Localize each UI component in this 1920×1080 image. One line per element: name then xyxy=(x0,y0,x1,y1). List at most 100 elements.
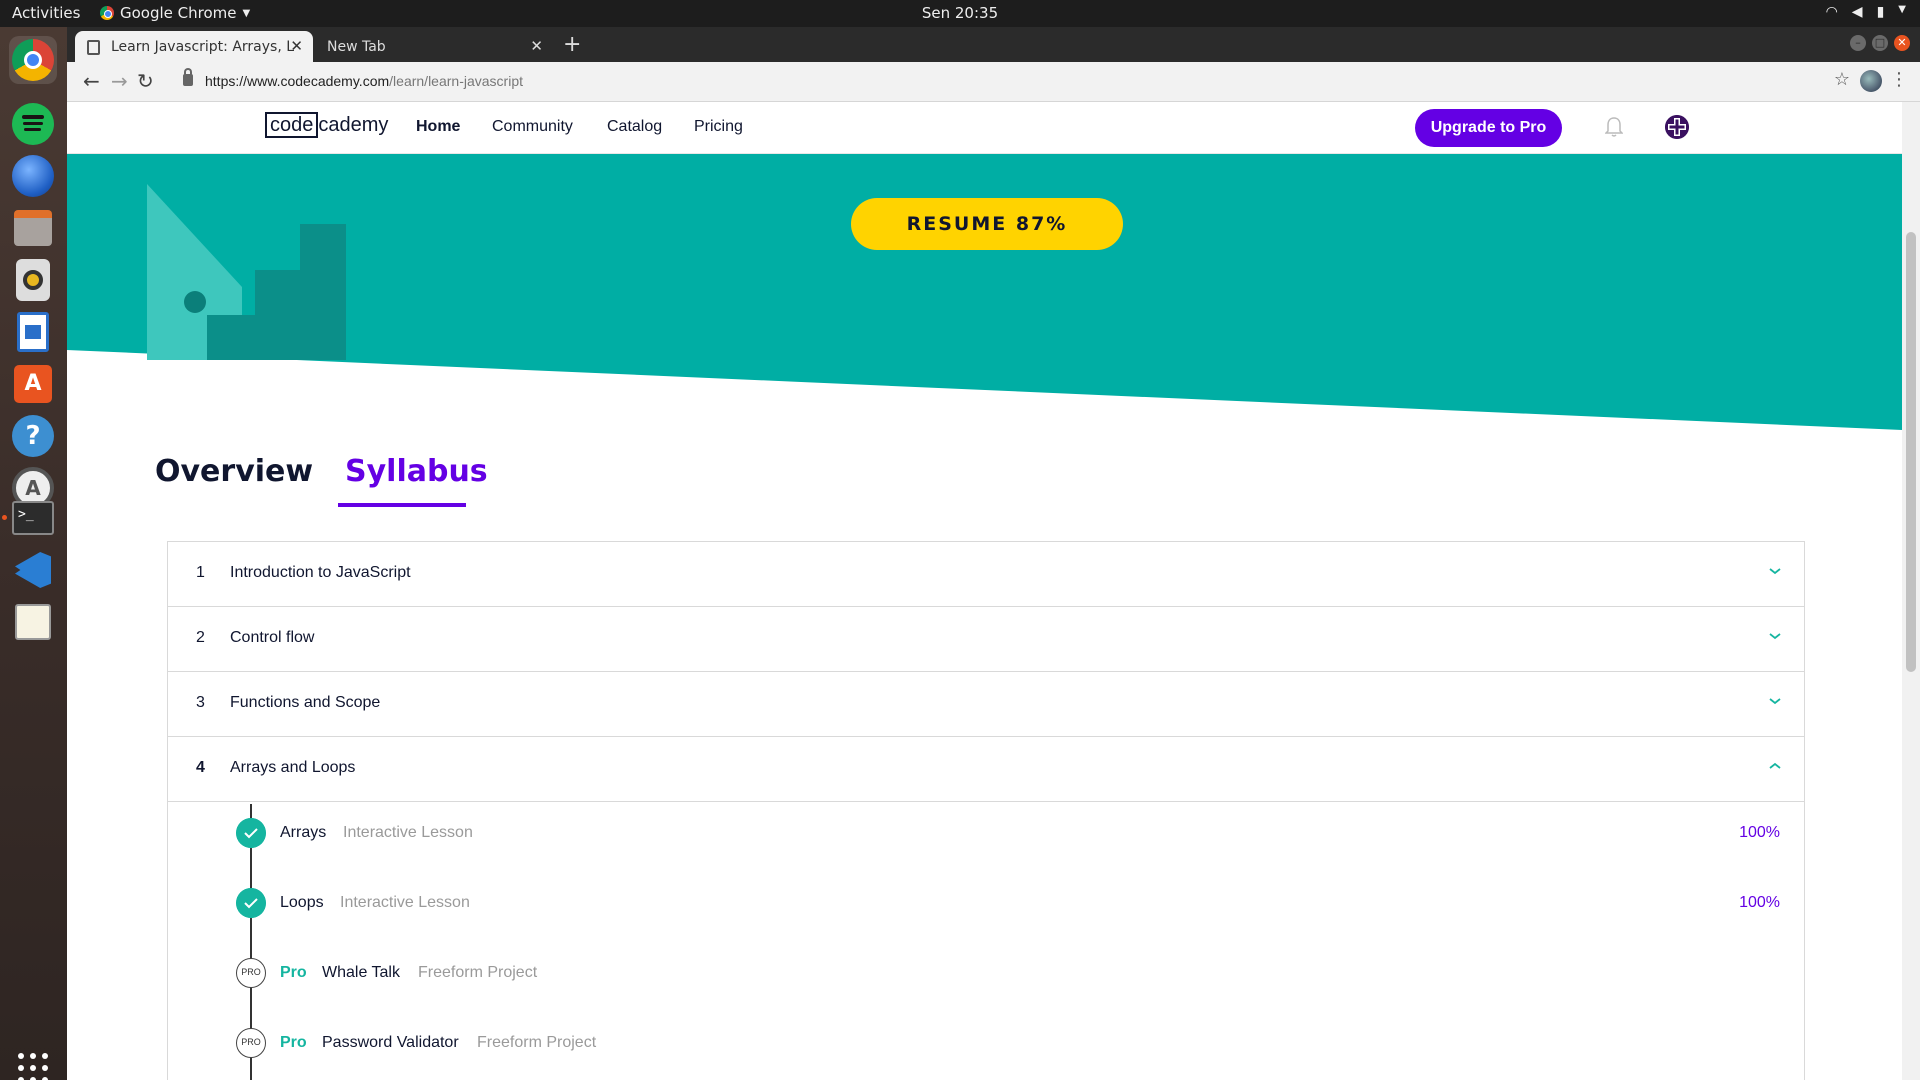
tab-close-icon[interactable]: ✕ xyxy=(290,37,303,55)
pro-badge-icon: PRO xyxy=(236,958,266,988)
lock-icon xyxy=(183,68,193,86)
tab-syllabus[interactable]: Syllabus xyxy=(345,454,488,489)
clock[interactable]: Sen 20:35 xyxy=(0,4,1920,22)
nav-home[interactable]: Home xyxy=(416,118,460,136)
browser-toolbar: ← → ↻ https://www.codecademy.com/learn/l… xyxy=(67,62,1920,102)
minimize-icon[interactable]: – xyxy=(1850,35,1866,51)
dock-spotify[interactable] xyxy=(9,100,57,148)
chevron-down-icon[interactable] xyxy=(1768,629,1782,643)
chevron-down-icon[interactable] xyxy=(1768,694,1782,708)
system-tray[interactable]: ◠ ◀ ▮ ▼ xyxy=(1826,4,1906,20)
dock-thunderbird[interactable] xyxy=(9,152,57,200)
browser-tab-newtab[interactable]: New Tab ✕ xyxy=(315,31,553,62)
dock-text-editor[interactable] xyxy=(9,598,57,646)
user-avatar[interactable] xyxy=(1665,115,1689,139)
checkmark-icon xyxy=(236,888,266,918)
module-row[interactable]: 1 Introduction to JavaScript xyxy=(168,542,1804,607)
show-apps-icon xyxy=(18,1053,48,1080)
app-menu[interactable]: Google Chrome ▼ xyxy=(100,4,250,22)
lesson-row[interactable]: Arrays Interactive Lesson 100% xyxy=(168,802,1804,862)
bookmark-star-icon[interactable]: ☆ xyxy=(1834,69,1850,90)
syllabus-list: 1 Introduction to JavaScript 2 Control f… xyxy=(167,541,1805,1080)
spotify-icon xyxy=(12,103,54,145)
new-tab-button[interactable]: + xyxy=(563,32,581,57)
module-title: Introduction to JavaScript xyxy=(230,564,411,581)
caret-down-icon: ▼ xyxy=(1898,4,1906,15)
page-favicon-icon xyxy=(87,40,100,55)
forward-arrow-icon[interactable]: → xyxy=(111,69,128,93)
dock-help[interactable]: ? xyxy=(9,412,57,460)
scrollbar-thumb[interactable] xyxy=(1906,232,1916,672)
software-center-icon: A xyxy=(14,365,52,403)
address-bar[interactable]: https://www.codecademy.com/learn/learn-j… xyxy=(175,67,1865,97)
wifi-icon: ◠ xyxy=(1825,4,1838,20)
terminal-icon: >_ xyxy=(12,501,54,535)
menu-kebab-icon[interactable]: ⋮ xyxy=(1890,69,1908,90)
codecademy-logo[interactable]: code cademy xyxy=(265,112,388,138)
page-viewport: code cademy Home Community Catalog Pricin… xyxy=(67,102,1902,1080)
bell-icon[interactable] xyxy=(1605,116,1623,138)
module-number: 2 xyxy=(196,629,205,646)
profile-avatar[interactable] xyxy=(1860,70,1882,92)
lesson-title: Arrays xyxy=(280,824,327,841)
running-indicator xyxy=(2,515,7,520)
module-row[interactable]: 2 Control flow xyxy=(168,607,1804,672)
lesson-progress: 100% xyxy=(1739,894,1780,911)
chrome-icon xyxy=(12,39,54,81)
url-text: https://www.codecademy.com/learn/learn-j… xyxy=(205,73,523,89)
module-row-expanded[interactable]: 4 Arrays and Loops xyxy=(168,737,1804,802)
system-top-bar: Activities Google Chrome ▼ Sen 20:35 ◠ ◀… xyxy=(0,0,1920,27)
close-window-icon[interactable]: ✕ xyxy=(1894,35,1910,51)
hero-section: RESUME 87% xyxy=(67,154,1902,444)
app-menu-label: Google Chrome xyxy=(120,4,237,22)
dock-show-apps[interactable] xyxy=(9,1044,57,1080)
vscode-icon xyxy=(15,552,51,588)
dock-chrome[interactable] xyxy=(9,36,57,84)
activities-button[interactable]: Activities xyxy=(12,4,80,22)
page-scrollbar[interactable] xyxy=(1902,102,1920,1080)
tab-overview[interactable]: Overview xyxy=(155,454,313,489)
lesson-type: Freeform Project xyxy=(418,964,538,981)
window-controls: – □ ✕ xyxy=(1850,35,1910,51)
chevron-down-icon[interactable] xyxy=(1768,564,1782,578)
pro-label: Pro xyxy=(280,1034,307,1051)
lesson-type: Freeform Project xyxy=(477,1034,597,1051)
dock-software-center[interactable]: A xyxy=(9,360,57,408)
resume-button[interactable]: RESUME 87% xyxy=(851,198,1123,250)
browser-tab-active[interactable]: Learn Javascript: Arrays, L ✕ xyxy=(75,31,313,62)
module-number: 4 xyxy=(196,759,205,776)
nav-community[interactable]: Community xyxy=(492,118,573,136)
module-row[interactable]: 3 Functions and Scope xyxy=(168,672,1804,737)
lesson-row[interactable]: PRO Pro Whale Talk Freeform Project xyxy=(168,942,1804,1002)
battery-icon: ▮ xyxy=(1876,4,1885,20)
nav-pricing[interactable]: Pricing xyxy=(694,118,743,136)
module-title: Arrays and Loops xyxy=(230,759,356,776)
caret-down-icon: ▼ xyxy=(242,7,251,19)
lesson-title: Whale Talk xyxy=(322,964,400,981)
lesson-title: Password Validator xyxy=(322,1034,459,1051)
pro-badge-icon: PRO xyxy=(236,1028,266,1058)
back-arrow-icon[interactable]: ← xyxy=(83,69,100,93)
dock-writer[interactable] xyxy=(9,308,57,356)
tab-close-icon[interactable]: ✕ xyxy=(530,37,543,55)
dock-vscode[interactable] xyxy=(9,546,57,594)
maximize-icon[interactable]: □ xyxy=(1872,35,1888,51)
url-path: /learn/learn-javascript xyxy=(389,73,523,89)
pro-label: Pro xyxy=(280,964,307,981)
dock-terminal[interactable]: >_ xyxy=(9,494,57,542)
rhythmbox-icon xyxy=(16,259,50,301)
chevron-up-icon[interactable] xyxy=(1768,759,1782,773)
tab-title: New Tab xyxy=(327,39,386,55)
lesson-row[interactable]: PRO Pro Password Validator Freeform Proj… xyxy=(168,1012,1804,1072)
lesson-row[interactable]: Loops Interactive Lesson 100% xyxy=(168,872,1804,932)
reload-icon[interactable]: ↻ xyxy=(137,69,154,93)
chrome-icon xyxy=(100,6,114,20)
nav-catalog[interactable]: Catalog xyxy=(607,118,662,136)
site-header: code cademy Home Community Catalog Pricin… xyxy=(67,102,1902,154)
module-title: Functions and Scope xyxy=(230,694,381,711)
url-host: https://www.codecademy.com xyxy=(205,73,390,89)
upgrade-to-pro-button[interactable]: Upgrade to Pro xyxy=(1415,109,1562,147)
browser-tabstrip: Learn Javascript: Arrays, L ✕ New Tab ✕ … xyxy=(67,27,1920,62)
dock-files[interactable] xyxy=(9,204,57,252)
dock-rhythmbox[interactable] xyxy=(9,256,57,304)
